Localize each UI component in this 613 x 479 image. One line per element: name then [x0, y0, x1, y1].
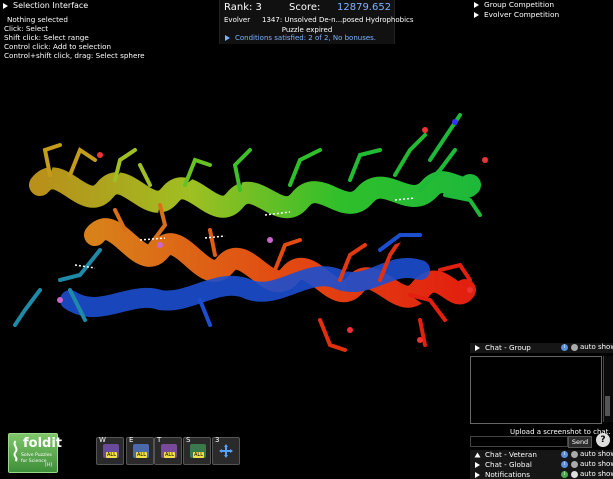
expand-arrow-icon [474, 12, 479, 18]
chat-input[interactable] [470, 436, 568, 447]
info-icon[interactable]: i [561, 344, 568, 351]
expand-arrow-icon [475, 472, 480, 478]
selection-help-line: Control+shift click, drag: Select sphere [4, 51, 145, 60]
selection-help-line: Click: Select [4, 24, 49, 33]
score-label: Score: [289, 2, 321, 13]
auto-show-toggle[interactable] [571, 471, 578, 478]
logo-text: foldit [23, 436, 63, 451]
auto-show-toggle[interactable] [571, 451, 578, 458]
chat-group-label: Chat - Group [485, 343, 531, 352]
chat-global-tab[interactable]: Chat - Global i auto show [470, 460, 613, 470]
help-icon[interactable]: ? [596, 433, 610, 447]
expand-arrow-icon [475, 462, 480, 468]
selection-interface-header[interactable]: Selection Interface [3, 1, 88, 10]
score-panel: Rank: 3 Score: 12879.652 Evolver 1347: U… [219, 0, 414, 44]
auto-show-label: auto show [580, 343, 613, 351]
hotkey-label: W [99, 436, 106, 444]
group-competition-label: Group Competition [484, 0, 555, 9]
auto-show-label: auto show [580, 460, 613, 468]
chat-group-tab[interactable]: Chat - Group i auto show [470, 343, 613, 353]
logo-tagline: Solve Puzzles [21, 453, 52, 458]
chat-veteran-tab[interactable]: Chat - Veteran i auto show [470, 450, 613, 460]
selection-help-line: Control click: Add to selection [4, 42, 112, 51]
selection-status: Nothing selected [7, 15, 68, 24]
info-icon[interactable]: i [561, 471, 568, 478]
expand-arrow-icon [475, 345, 480, 351]
auto-show-toggle[interactable] [571, 461, 578, 468]
expand-arrow-icon [225, 35, 230, 41]
evolver-competition-link[interactable]: Evolver Competition [474, 10, 559, 19]
all-badge: ALL [136, 452, 147, 458]
selection-interface-panel: Selection Interface Nothing selected Cli… [0, 0, 145, 60]
chat-global-label: Chat - Global [485, 460, 532, 469]
score-value: 12879.652 [337, 2, 392, 13]
expand-arrow-icon [474, 2, 479, 8]
scroll-thumb[interactable] [605, 396, 610, 416]
logo-hotkey: [H] [45, 463, 53, 468]
foldit-logo[interactable]: foldit Solve Puzzles for Science [H] [8, 433, 62, 473]
player-type: Evolver [224, 16, 251, 24]
helix-upper [29, 167, 481, 219]
evolver-competition-label: Evolver Competition [484, 10, 560, 19]
hotkey-label: E [129, 436, 134, 444]
hotkey-label: T [157, 436, 162, 444]
conditions-text: Conditions satisfied: 2 of 2, No bonuses… [235, 34, 377, 42]
info-icon[interactable]: i [561, 451, 568, 458]
collapse-arrow-icon [3, 2, 8, 9]
sidechains-all-button[interactable]: S ALL [183, 436, 211, 465]
hotkey-label: S [186, 436, 191, 444]
upload-screenshot-link[interactable]: Upload a screenshot to chat. [510, 428, 611, 436]
puzzle-title: 1347: Unsolved De-n...posed Hydrophobics [262, 16, 414, 24]
all-badge: ALL [193, 452, 204, 458]
move-button[interactable]: 3 [212, 436, 240, 465]
ribbon-icon [13, 440, 18, 462]
notifications-tab[interactable]: Notifications i auto show [470, 470, 613, 479]
group-competition-link[interactable]: Group Competition [474, 0, 554, 9]
info-icon[interactable]: i [561, 461, 568, 468]
chat-veteran-label: Chat - Veteran [485, 450, 537, 459]
send-button[interactable]: Send [568, 436, 592, 448]
selection-interface-title: Selection Interface [13, 1, 89, 10]
rank-label: Rank: 3 [224, 2, 262, 13]
auto-show-toggle[interactable] [571, 344, 578, 351]
logo-tagline: for Science [21, 459, 47, 464]
auto-show-label: auto show [580, 450, 613, 458]
tweak-all-button[interactable]: T ALL [154, 436, 182, 465]
shake-all-button[interactable]: E ALL [126, 436, 154, 465]
selection-help-line: Shift click: Select range [4, 33, 89, 42]
notifications-label: Notifications [485, 470, 530, 479]
collapse-arrow-icon [474, 452, 481, 458]
wiggle-all-button[interactable]: W ALL [96, 436, 124, 465]
puzzle-status: Puzzle expired [281, 26, 333, 34]
all-badge: ALL [164, 452, 175, 458]
auto-show-label: auto show [580, 470, 613, 478]
chat-messages [470, 356, 602, 424]
all-badge: ALL [106, 452, 117, 458]
move-icon [219, 444, 233, 458]
conditions-toggle[interactable]: Conditions satisfied: 2 of 2, No bonuses… [225, 34, 376, 42]
